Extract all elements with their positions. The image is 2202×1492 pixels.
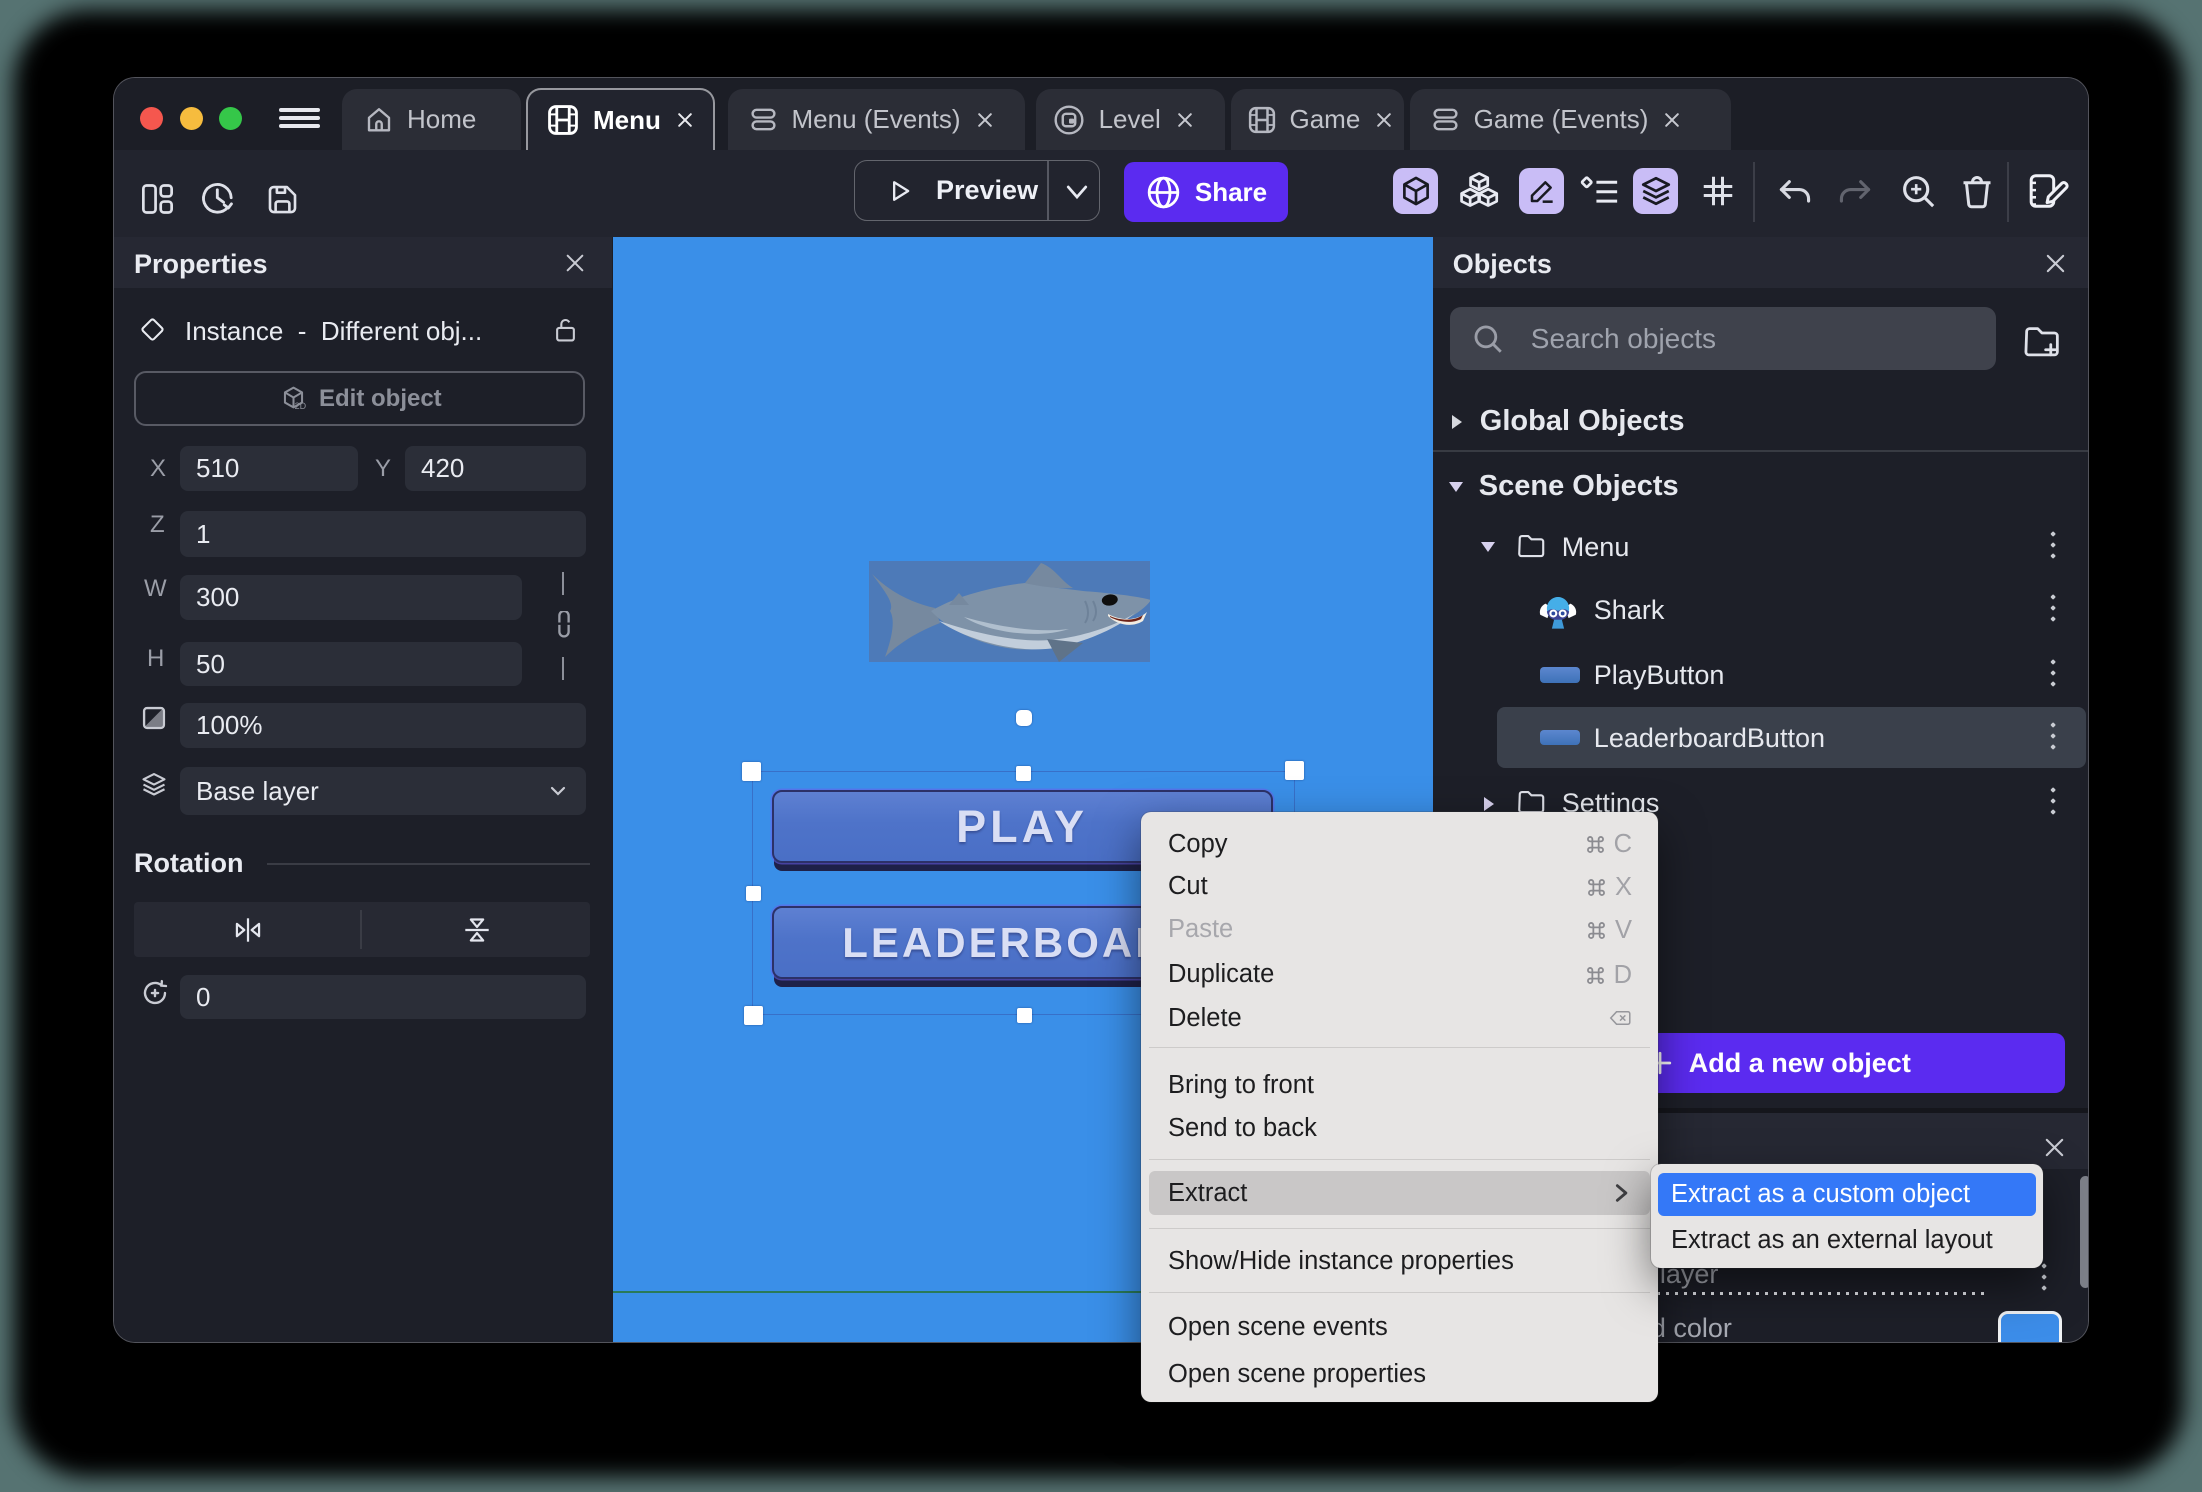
svg-text:2D: 2D <box>295 401 307 411</box>
